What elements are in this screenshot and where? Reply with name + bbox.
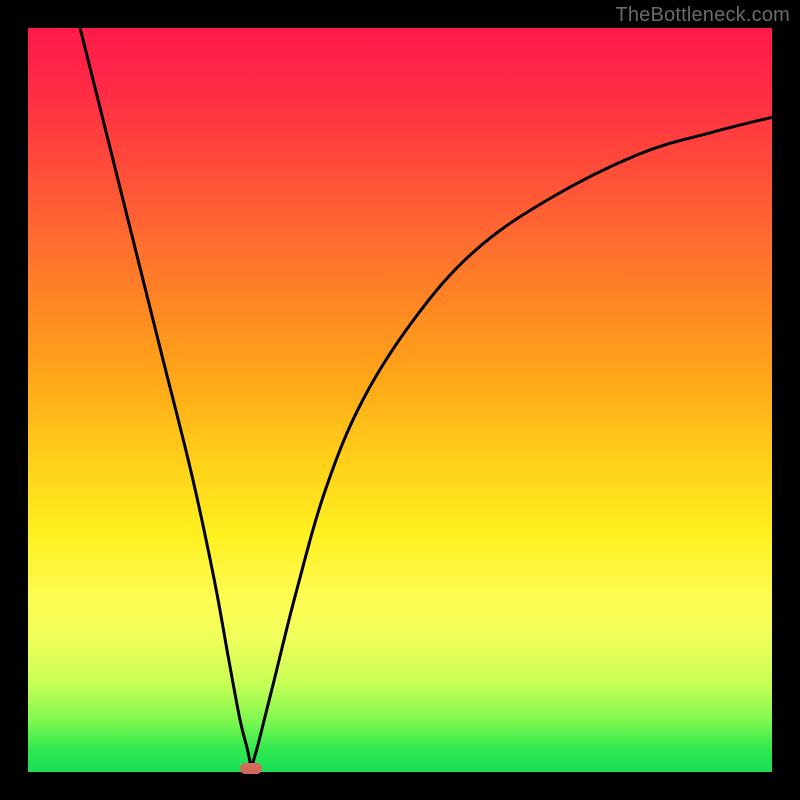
- vertex-marker: [240, 763, 262, 774]
- curve-layer: [28, 28, 772, 772]
- plot-area: [28, 28, 772, 772]
- right-branch-path: [251, 117, 772, 768]
- watermark-text: TheBottleneck.com: [615, 4, 790, 27]
- left-branch-path: [80, 28, 251, 768]
- chart-frame: TheBottleneck.com: [0, 0, 800, 800]
